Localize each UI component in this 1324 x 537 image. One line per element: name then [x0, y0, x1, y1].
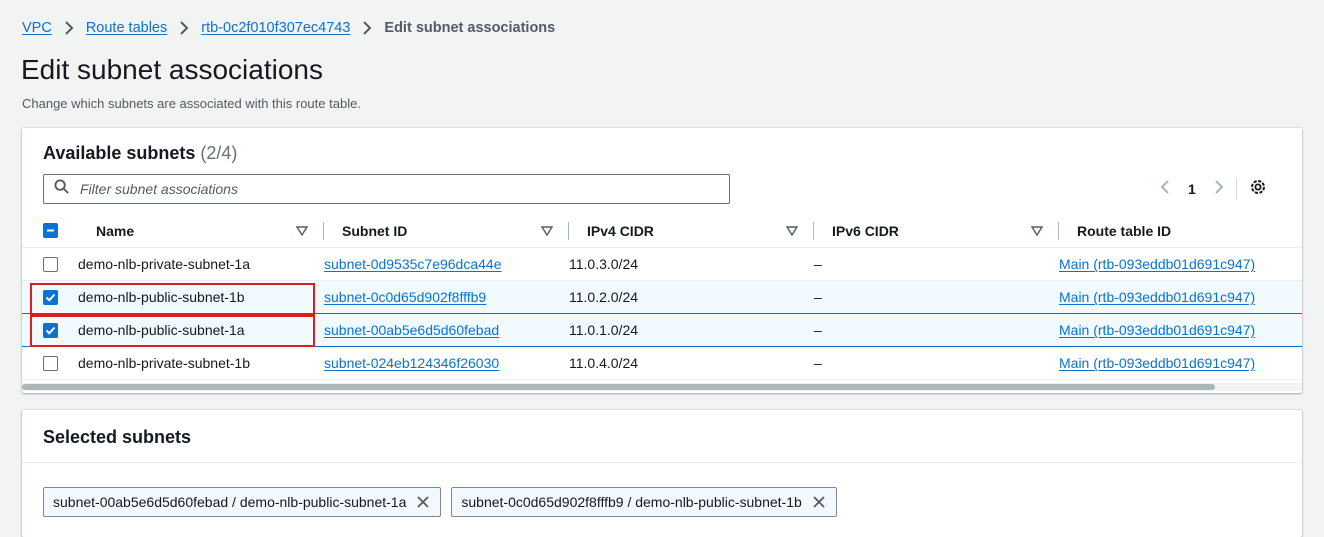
breadcrumb: VPC Route tables rtb-0c2f010f307ec4743 E… [22, 18, 555, 38]
subnets-table: Name Subnet ID IPv4 CIDR IPv6 CIDR Route… [22, 214, 1302, 380]
subnet-id-link[interactable]: subnet-00ab5e6d5d60febad [324, 322, 499, 338]
column-ipv4-cidr-label: IPv4 CIDR [587, 222, 654, 239]
breadcrumb-route-tables[interactable]: Route tables [86, 20, 167, 36]
available-subnets-heading: Available subnets (2/4) [43, 143, 237, 164]
row-checkbox[interactable] [43, 290, 58, 305]
page-number[interactable]: 1 [1188, 181, 1196, 197]
panel-divider [22, 462, 1302, 463]
column-ipv4-cidr[interactable]: IPv4 CIDR [569, 214, 814, 248]
previous-page-icon[interactable] [1158, 179, 1172, 199]
route-table-cell: Main (rtb-093eddb01d691c947) [1059, 346, 1302, 380]
select-all-checkbox[interactable] [43, 223, 58, 238]
column-subnet-id-label: Subnet ID [342, 222, 408, 239]
ipv6-cell: – [814, 346, 1059, 380]
chevron-right-icon [167, 21, 201, 35]
table-header-row: Name Subnet ID IPv4 CIDR IPv6 CIDR Route… [22, 214, 1302, 248]
pagination-divider [1235, 178, 1237, 200]
row-checkbox[interactable] [43, 257, 58, 272]
ipv4-cell: 11.0.2.0/24 [569, 280, 814, 314]
subnet-id-cell: subnet-0d9535c7e96dca44e [324, 247, 569, 281]
sort-down-icon[interactable] [786, 225, 798, 236]
horizontal-scrollbar[interactable] [22, 383, 1302, 391]
subnet-id-link[interactable]: subnet-024eb124346f26030 [324, 355, 499, 371]
available-subnets-count: (2/4) [200, 143, 238, 163]
route-table-link[interactable]: Main (rtb-093eddb01d691c947) [1059, 322, 1255, 338]
sort-down-icon[interactable] [1031, 225, 1043, 236]
column-route-table-id[interactable]: Route table ID [1059, 214, 1302, 248]
chevron-right-icon [52, 21, 86, 35]
name-cell: demo-nlb-public-subnet-1a [22, 313, 324, 347]
available-subnets-panel: Available subnets (2/4) 1 Name [22, 128, 1302, 393]
search-icon [54, 179, 78, 199]
breadcrumb-route-table-id[interactable]: rtb-0c2f010f307ec4743 [201, 20, 350, 36]
route-table-cell: Main (rtb-093eddb01d691c947) [1059, 280, 1302, 314]
column-name-label: Name [96, 222, 135, 239]
sort-down-icon[interactable] [296, 225, 308, 236]
close-icon[interactable] [416, 495, 430, 509]
row-checkbox[interactable] [43, 323, 58, 338]
subnet-id-cell: subnet-0c0d65d902f8fffb9 [324, 280, 569, 314]
scrollbar-thumb[interactable] [22, 384, 1215, 390]
available-subnets-title: Available subnets [43, 143, 196, 163]
column-route-table-id-label: Route table ID [1077, 222, 1172, 239]
route-table-link[interactable]: Main (rtb-093eddb01d691c947) [1059, 256, 1255, 272]
page-title: Edit subnet associations [21, 54, 323, 85]
ipv6-cell: – [814, 247, 1059, 281]
route-table-link[interactable]: Main (rtb-093eddb01d691c947) [1059, 355, 1255, 371]
pagination: 1 [1158, 176, 1267, 202]
row-checkbox[interactable] [43, 356, 58, 371]
filter-input[interactable] [78, 180, 698, 198]
token-label: subnet-0c0d65d902f8fffb9 / demo-nlb-publ… [461, 494, 802, 510]
breadcrumb-current: Edit subnet associations [384, 20, 556, 36]
table-row[interactable]: demo-nlb-private-subnet-1b subnet-024eb1… [22, 346, 1302, 380]
selected-subnet-token: subnet-00ab5e6d5d60febad / demo-nlb-publ… [43, 487, 442, 517]
subnet-id-cell: subnet-024eb124346f26030 [324, 346, 569, 380]
next-page-icon[interactable] [1212, 179, 1226, 199]
selected-subnet-token: subnet-0c0d65d902f8fffb9 / demo-nlb-publ… [451, 487, 837, 517]
column-ipv6-cidr-label: IPv6 CIDR [832, 222, 899, 239]
selected-subnet-tokens: subnet-00ab5e6d5d60febad / demo-nlb-publ… [43, 487, 837, 517]
filter-subnet-associations[interactable] [43, 174, 730, 204]
page-description: Change which subnets are associated with… [22, 96, 361, 111]
table-row[interactable]: demo-nlb-public-subnet-1a subnet-00ab5e6… [22, 313, 1302, 347]
route-table-cell: Main (rtb-093eddb01d691c947) [1059, 247, 1302, 281]
subnet-id-link[interactable]: subnet-0d9535c7e96dca44e [324, 256, 502, 272]
column-ipv6-cidr[interactable]: IPv6 CIDR [814, 214, 1059, 248]
breadcrumb-vpc[interactable]: VPC [22, 20, 52, 36]
route-table-cell: Main (rtb-093eddb01d691c947) [1059, 313, 1302, 347]
ipv4-cell: 11.0.3.0/24 [569, 247, 814, 281]
name-cell: demo-nlb-private-subnet-1b [22, 346, 324, 380]
table-row[interactable]: demo-nlb-private-subnet-1a subnet-0d9535… [22, 247, 1302, 281]
token-label: subnet-00ab5e6d5d60febad / demo-nlb-publ… [53, 494, 407, 510]
column-subnet-id[interactable]: Subnet ID [324, 214, 569, 248]
ipv4-cell: 11.0.4.0/24 [569, 346, 814, 380]
column-name[interactable]: Name [22, 214, 324, 248]
ipv4-cell: 11.0.1.0/24 [569, 313, 814, 347]
chevron-right-icon [350, 21, 384, 35]
name-cell: demo-nlb-private-subnet-1a [22, 247, 324, 281]
name-cell: demo-nlb-public-subnet-1b [22, 280, 324, 314]
route-table-link[interactable]: Main (rtb-093eddb01d691c947) [1059, 289, 1255, 305]
sort-down-icon[interactable] [541, 225, 553, 236]
subnet-id-link[interactable]: subnet-0c0d65d902f8fffb9 [324, 289, 486, 305]
table-row[interactable]: demo-nlb-public-subnet-1b subnet-0c0d65d… [22, 280, 1302, 314]
gear-icon[interactable] [1249, 178, 1267, 201]
selected-subnets-panel: Selected subnets subnet-00ab5e6d5d60feba… [22, 410, 1302, 537]
ipv6-cell: – [814, 313, 1059, 347]
ipv6-cell: – [814, 280, 1059, 314]
selected-subnets-title: Selected subnets [43, 427, 192, 447]
close-icon[interactable] [812, 495, 826, 509]
subnet-id-cell: subnet-00ab5e6d5d60febad [324, 313, 569, 347]
